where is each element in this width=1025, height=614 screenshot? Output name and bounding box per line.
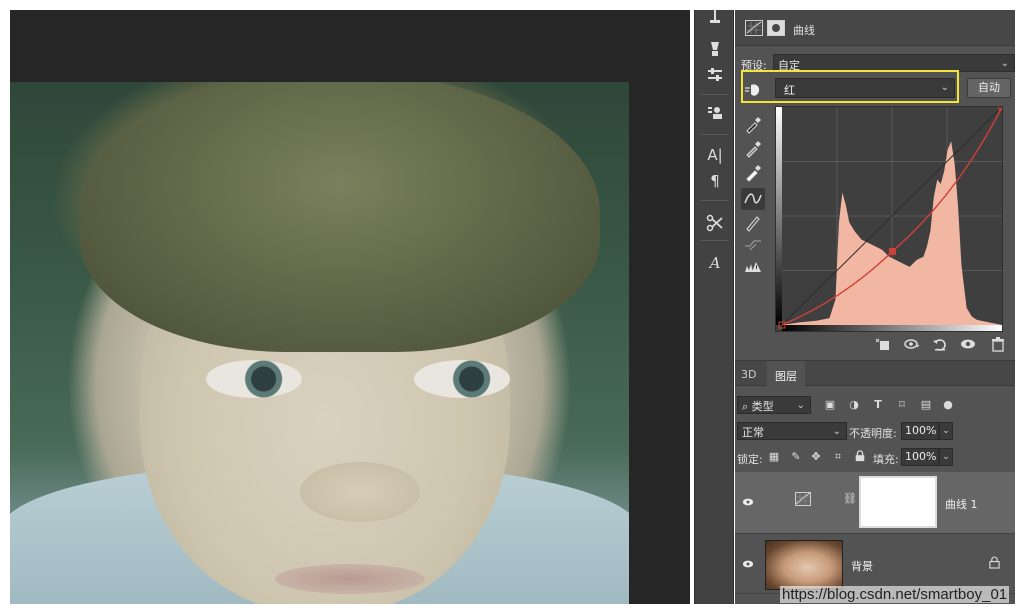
- opacity-label: 不透明度:: [849, 427, 897, 440]
- channel-select[interactable]: 红 ⌄: [775, 78, 955, 98]
- document-canvas[interactable]: [10, 10, 690, 604]
- filter-toggle-icon[interactable]: ●: [941, 398, 955, 412]
- photoshop-window: A| ¶ A 曲线 预设: 自定 ⌄ 红 ⌄ 自动 3D 图层 ⌕ 类型 ⌄ ▣…: [0, 0, 1025, 614]
- lock-artboard-icon[interactable]: ⌗: [831, 450, 845, 464]
- layer-visibility-eye-icon[interactable]: [741, 558, 755, 572]
- curves-layer-icon: [795, 492, 813, 508]
- layer-lock-icon: [989, 556, 1001, 570]
- fill-dropdown-icon[interactable]: ⌄: [939, 448, 953, 466]
- tool-presets-icon[interactable]: [703, 212, 727, 234]
- panel-icon-strip: A| ¶ A: [694, 10, 734, 604]
- lock-position-icon[interactable]: ✥: [809, 450, 823, 464]
- curves-adjustment-icon[interactable]: [745, 20, 763, 36]
- output-gradient-bar: [776, 107, 782, 325]
- filter-smart-object-icon[interactable]: ▤: [919, 398, 933, 412]
- delete-trash-icon[interactable]: [987, 336, 1009, 354]
- divider: [701, 200, 729, 201]
- search-icon: ⌕: [742, 400, 749, 413]
- tab-layers[interactable]: 图层: [775, 368, 797, 384]
- reset-icon[interactable]: [929, 336, 951, 354]
- curve-tools: [735, 106, 775, 276]
- chain-link-icon[interactable]: ⛓: [843, 492, 857, 508]
- lock-row: 锁定: ▦ ✎ ✥ ⌗ 填充: 100% ⌄: [735, 446, 1015, 468]
- character-icon[interactable]: A|: [703, 144, 727, 166]
- divider: [701, 134, 729, 135]
- layer-visibility-eye-icon[interactable]: [741, 496, 755, 510]
- properties-title: 曲线: [793, 24, 815, 37]
- opacity-dropdown-icon[interactable]: ⌄: [939, 422, 953, 440]
- view-previous-state-icon[interactable]: [901, 336, 923, 354]
- lock-transparent-pixels-icon[interactable]: ▦: [767, 450, 781, 464]
- smooth-icon[interactable]: [741, 234, 765, 256]
- mask-icon[interactable]: [767, 20, 785, 36]
- curves-footer: [735, 330, 1015, 358]
- lock-all-icon[interactable]: [853, 450, 867, 464]
- clipping-warning-icon[interactable]: [741, 256, 765, 278]
- curves-plot[interactable]: [776, 107, 1002, 331]
- photo-mouth: [275, 564, 425, 594]
- auto-button[interactable]: 自动: [967, 78, 1011, 98]
- eyedropper-white-icon[interactable]: [741, 162, 765, 184]
- blend-row: 正常 ⌄ 不透明度: 100% ⌄: [735, 420, 1015, 442]
- history-icon[interactable]: [703, 6, 727, 28]
- photo-hair: [80, 82, 600, 352]
- layer-row-curves[interactable]: ⛓ 曲线 1: [735, 472, 1015, 534]
- chevron-down-icon: ⌄: [796, 400, 805, 411]
- layer-mask-thumbnail[interactable]: [859, 476, 937, 528]
- photo-left-eye: [206, 360, 302, 398]
- divider: [701, 240, 729, 241]
- lock-image-pixels-icon[interactable]: ✎: [789, 450, 803, 464]
- brush-presets-icon[interactable]: [703, 38, 727, 60]
- filter-kind-label: 类型: [751, 400, 774, 413]
- filter-shape-icon[interactable]: ⌑: [895, 398, 909, 412]
- layer-name[interactable]: 曲线 1: [945, 496, 978, 512]
- background-layer-thumbnail[interactable]: [765, 540, 843, 590]
- photo-right-eye: [414, 360, 510, 398]
- tab-3d[interactable]: 3D: [741, 368, 756, 381]
- curve-control-point[interactable]: [888, 247, 896, 255]
- fill-label: 填充:: [873, 453, 899, 466]
- clip-to-layer-icon[interactable]: [871, 336, 893, 354]
- watermark-url: https://blog.csdn.net/smartboy_01: [780, 586, 1010, 603]
- opacity-input[interactable]: 100%: [901, 422, 939, 440]
- filter-type-icon[interactable]: T: [871, 398, 885, 412]
- divider: [701, 94, 729, 95]
- photo-boy-portrait: [10, 82, 629, 604]
- right-panel: 曲线 预设: 自定 ⌄ 红 ⌄ 自动 3D 图层 ⌕ 类型 ⌄ ▣ ◑ T ⌑ …: [735, 10, 1015, 604]
- blend-mode-value: 正常: [742, 426, 764, 439]
- chevron-down-icon: ⌄: [940, 82, 949, 93]
- eyedropper-gray-icon[interactable]: [741, 138, 765, 160]
- channel-value: 红: [784, 84, 795, 97]
- layer-filter-row: ⌕ 类型 ⌄ ▣ ◑ T ⌑ ▤ ●: [735, 394, 1015, 416]
- blend-mode-select[interactable]: 正常 ⌄: [737, 422, 847, 440]
- clone-source-icon[interactable]: [703, 102, 727, 124]
- paragraph-icon[interactable]: ¶: [703, 170, 727, 192]
- curves-graph[interactable]: [775, 106, 1003, 332]
- adjustments-icon[interactable]: [703, 64, 727, 86]
- visibility-eye-icon[interactable]: [957, 336, 979, 354]
- eyedropper-black-icon[interactable]: [741, 114, 765, 136]
- photo-nose: [300, 462, 420, 522]
- glyphs-icon[interactable]: A: [703, 252, 727, 274]
- filter-adjustment-icon[interactable]: ◑: [847, 398, 861, 412]
- curve-edit-points-icon[interactable]: [741, 188, 765, 210]
- chevron-down-icon: ⌄: [1000, 58, 1009, 69]
- on-image-adjust-hand-icon[interactable]: [743, 82, 763, 98]
- properties-header: 曲线: [735, 10, 1015, 46]
- layer-name[interactable]: 背景: [851, 558, 873, 574]
- pencil-icon[interactable]: [741, 212, 765, 234]
- filter-pixel-icon[interactable]: ▣: [823, 398, 837, 412]
- layers-tab-bar: 3D 图层: [735, 360, 1015, 387]
- filter-kind-select[interactable]: ⌕ 类型 ⌄: [737, 396, 811, 414]
- fill-input[interactable]: 100%: [901, 448, 939, 466]
- lock-label: 锁定:: [737, 453, 763, 466]
- chevron-down-icon: ⌄: [832, 426, 841, 437]
